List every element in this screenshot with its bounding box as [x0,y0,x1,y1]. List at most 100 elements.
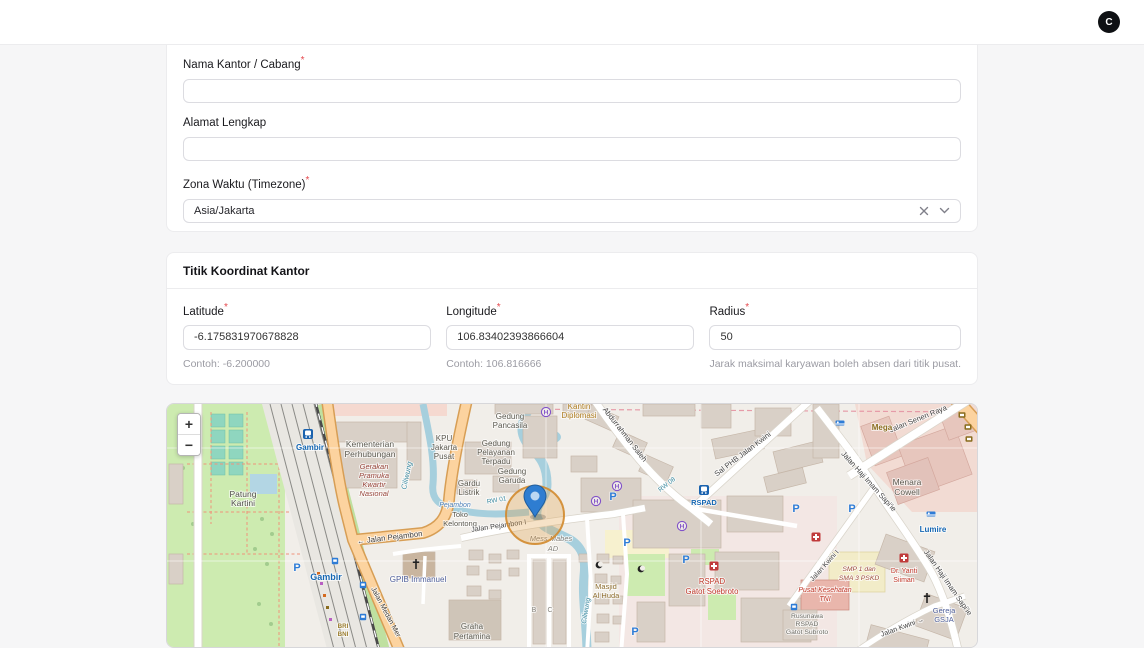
map-label: Pejambon [439,502,471,509]
radius-input[interactable] [709,325,961,350]
stop-icon [332,558,338,564]
svg-text:P: P [792,503,799,515]
map-label: Pusat [434,452,455,461]
parking-icon: P [609,491,616,503]
longitude-label: Longitude* [446,302,694,318]
map-label: Graha [461,622,484,631]
nama-kantor-label: Nama Kantor / Cabang* [183,54,961,72]
map-label: Pusat Kesehatan [798,587,851,594]
parking-icon: P [848,503,855,515]
field-alamat: Alamat Lengkap [183,116,961,161]
parking-icon: P [623,537,630,549]
map-canvas[interactable]: HHHHPPPPPPP PatungKartiniGambirGambirKem… [167,404,977,648]
map-label: Al Huda [593,591,621,600]
latitude-input[interactable] [183,325,431,350]
radius-label: Radius* [709,302,961,318]
top-bar: C [0,0,1144,45]
helipad-icon: H [677,521,686,530]
map-label: Pertamina [454,632,491,641]
map-label: Gedung [496,412,524,421]
timezone-label: Zona Waktu (Timezone)* [183,174,961,192]
map-label: Pramuka [359,471,389,480]
map-label: Diplomasi [561,411,596,420]
map-label: SMP 1 dan [842,566,876,573]
map-label: Gerakan [360,462,389,471]
map-label: Pancasila [493,421,528,430]
map-label: Kwartir [362,480,386,489]
map-label: Pelayanan [477,448,515,457]
map-label: Masjid [595,582,617,591]
helipad-icon: H [541,407,550,416]
map-label: Gedung [482,439,510,448]
map-label: BRI [338,623,349,630]
chevron-down-icon[interactable] [939,207,950,214]
parking-icon: P [293,562,300,574]
coordinates-fields: Latitude* Contoh: -6.200000 Longitude* C… [167,289,977,384]
field-longitude: Longitude* Contoh: 106.816666 [446,302,694,370]
required-mark: * [224,302,228,313]
map-label: Kantin [568,404,591,411]
map-label: Lumire [920,525,947,534]
map-label: Rusunawa [791,613,823,620]
map-label: Gatot Soebroto [686,587,740,596]
helipad-icon: H [612,481,621,490]
map-card: HHHHPPPPPPP PatungKartiniGambirGambirKem… [166,403,978,648]
svg-text:P: P [682,554,689,566]
parking-icon: P [682,554,689,566]
svg-text:P: P [848,503,855,515]
longitude-input[interactable] [446,325,694,350]
radius-helper: Jarak maksimal karyawan boleh absen dari… [709,358,961,370]
stop-icon [360,582,366,588]
alamat-input[interactable] [183,137,961,161]
svg-text:P: P [609,491,616,503]
hospital-icon [710,562,719,571]
map-label: Gereja [933,606,956,615]
svg-text:H: H [544,410,549,417]
map-label: B [532,607,537,614]
map-label: Siiman [893,577,915,584]
atm-icon [959,412,966,418]
svg-text:P: P [631,626,638,638]
map-marker[interactable] [506,485,564,544]
svg-text:H: H [680,524,685,531]
coordinates-card-title: Titik Koordinat Kantor [167,253,977,289]
atm-icon [965,424,972,430]
map-label: Menara [893,477,922,487]
longitude-helper: Contoh: 106.816666 [446,358,694,370]
zoom-out-button[interactable]: − [178,434,200,455]
map-label: Nasional [359,489,389,498]
timezone-select[interactable]: Asia/Jakarta [183,199,961,223]
zoom-in-button[interactable]: + [178,414,200,434]
map-label: SMA 3 PSKD [839,575,880,582]
map-label: Jakarta [431,443,458,452]
map-label: KPU [436,434,453,443]
clear-icon[interactable] [919,206,929,216]
map-label: Kementerian [346,439,394,449]
alamat-label: Alamat Lengkap [183,116,961,130]
page-content: Nama Kantor / Cabang* Alamat Lengkap Zon… [166,45,978,648]
svg-text:P: P [293,562,300,574]
map-label: Gedung [498,467,526,476]
map-label: C [547,607,552,614]
map-label: Kartini [231,498,255,508]
field-nama-kantor: Nama Kantor / Cabang* [183,54,961,103]
map-zoom-control: + − [177,413,201,456]
required-mark: * [306,175,310,186]
map-label: GSJA [934,615,954,624]
nama-kantor-input[interactable] [183,79,961,103]
user-avatar[interactable]: C [1098,11,1120,33]
map-label: Gardu [458,479,480,488]
bed-icon [927,512,936,517]
map-label: Terpadu [482,457,511,466]
map-label: Listrik [459,488,481,497]
station-icon [303,429,313,439]
field-radius: Radius* Jarak maksimal karyawan boleh ab… [709,302,961,370]
stop-icon [791,604,797,610]
coordinates-card: Titik Koordinat Kantor Latitude* Contoh:… [166,252,978,385]
stop-icon [360,614,366,620]
field-timezone: Zona Waktu (Timezone)* Asia/Jakarta [183,174,961,223]
svg-text:H: H [594,499,599,506]
map-label: TNI [819,596,830,603]
timezone-selected-value: Asia/Jakarta [194,205,909,217]
map-label: AD [547,544,559,553]
